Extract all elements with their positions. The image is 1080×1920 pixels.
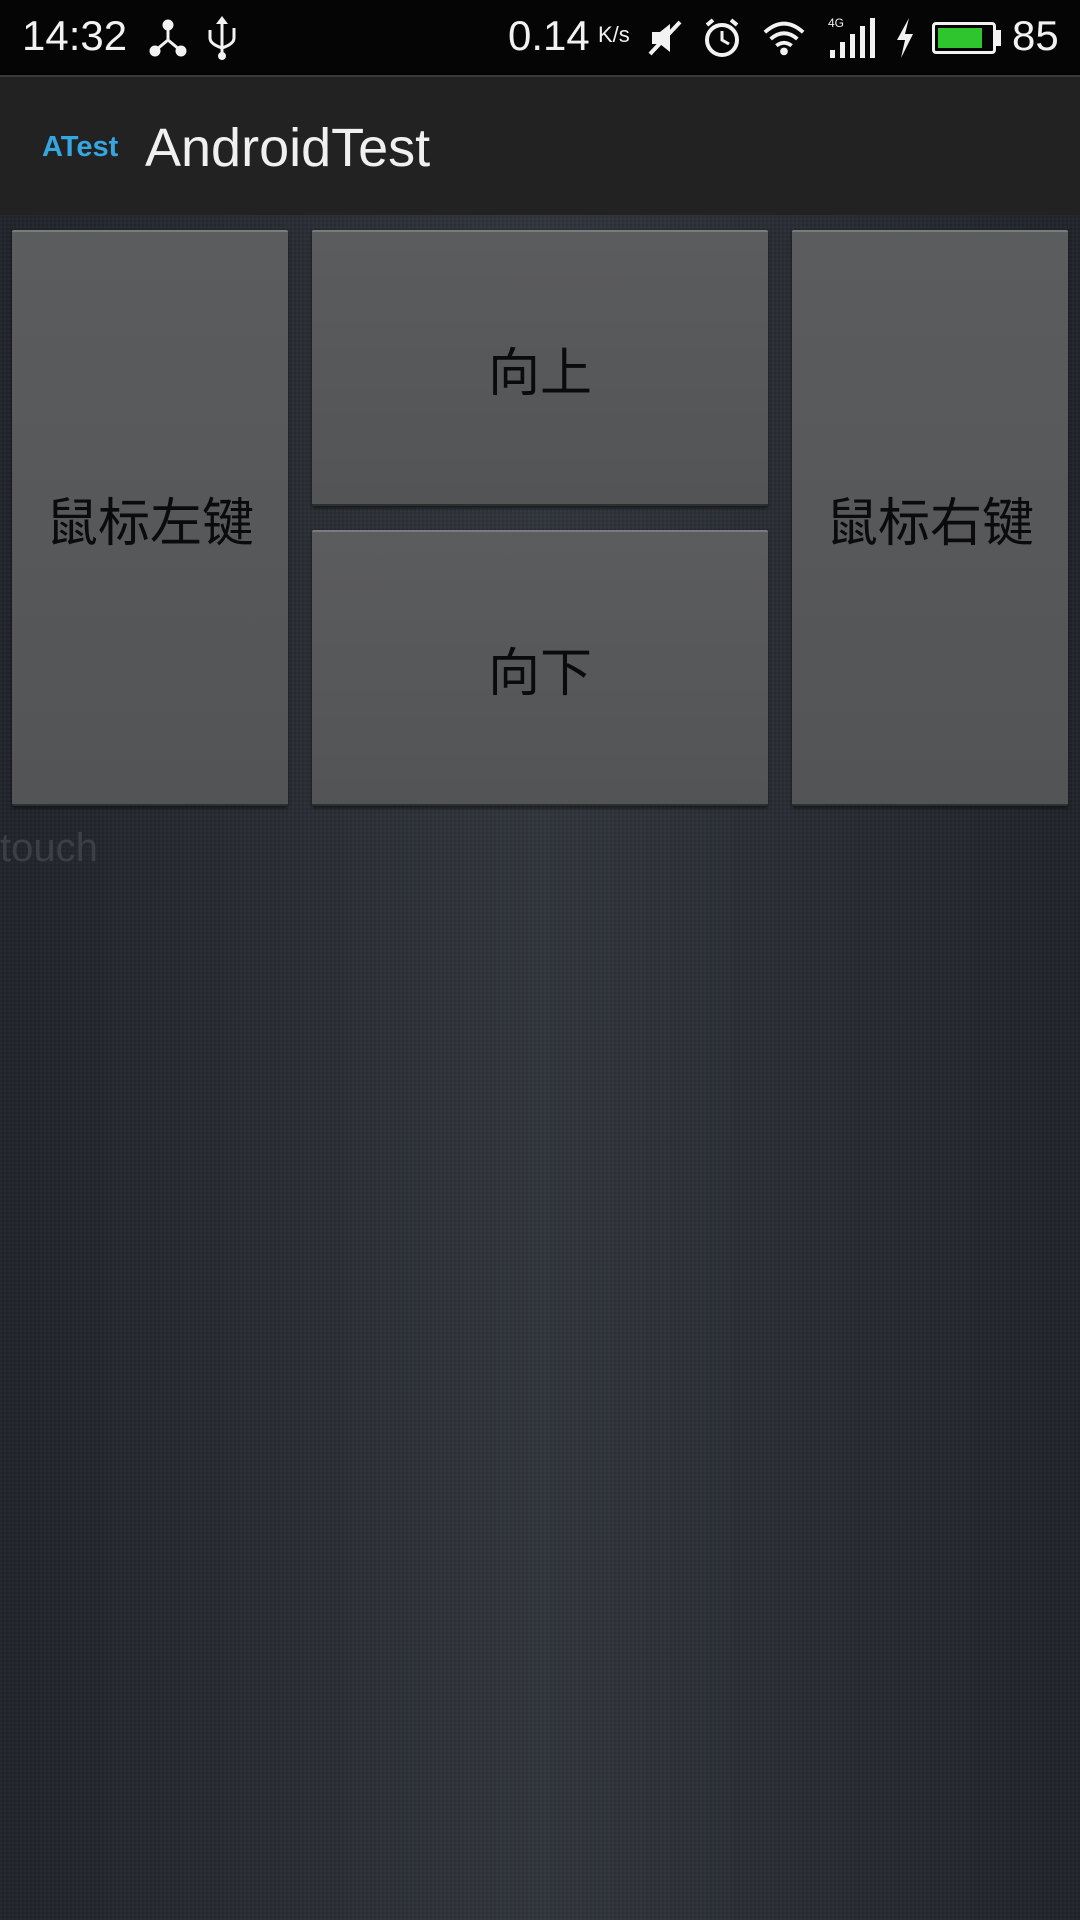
app-logo[interactable]: ATest — [42, 131, 118, 164]
touch-label: touch — [0, 826, 98, 870]
usb-icon — [200, 16, 244, 60]
alarm-icon — [700, 16, 744, 60]
network-type: 4G — [828, 16, 844, 30]
net-speed: 0.14 — [508, 12, 590, 59]
mute-icon — [644, 16, 688, 60]
up-button[interactable]: 向上 — [312, 230, 768, 506]
right-mouse-button[interactable]: 鼠标右键 — [792, 230, 1068, 806]
charging-icon — [890, 16, 920, 60]
action-bar: ATest AndroidTest — [0, 75, 1080, 217]
signal-icon: 4G — [826, 16, 882, 60]
share-icon — [146, 16, 190, 60]
app-title: AndroidTest — [145, 118, 431, 178]
battery-percent: 85 — [1012, 12, 1059, 59]
battery-icon — [932, 22, 996, 54]
status-time: 14:32 — [22, 12, 128, 59]
status-bar: 14:32 0.14 K/s 4G 85 — [0, 0, 1080, 75]
net-speed-unit: K/s — [598, 22, 630, 47]
left-mouse-button[interactable]: 鼠标左键 — [12, 230, 288, 806]
wifi-icon — [762, 16, 806, 60]
down-button[interactable]: 向下 — [312, 530, 768, 806]
battery-level — [938, 28, 982, 48]
battery-tip — [996, 30, 1001, 46]
